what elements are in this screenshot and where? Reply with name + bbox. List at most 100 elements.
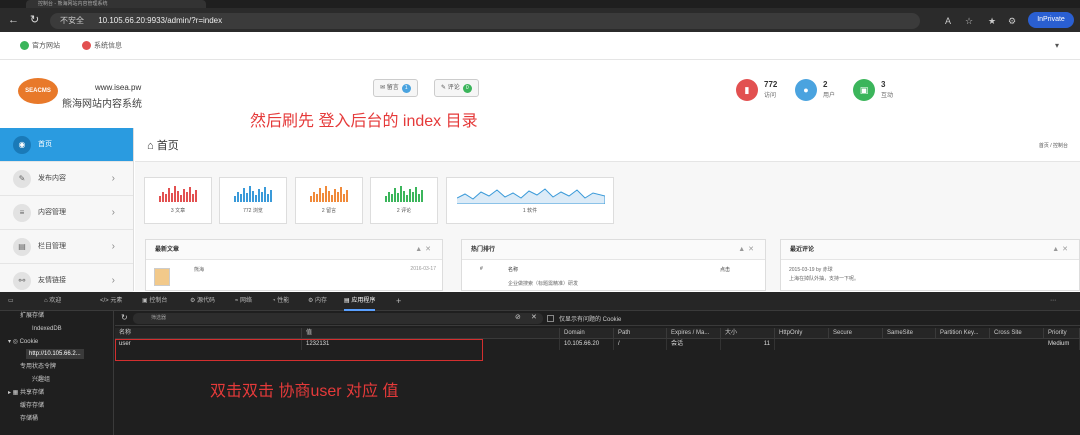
article-date: 2016-03-17 (410, 266, 436, 272)
tree-indexeddb[interactable]: IndexedDB (32, 324, 62, 334)
spark-bar (415, 187, 417, 202)
favorite-icon[interactable]: ☆ (965, 16, 973, 26)
comment-button[interactable]: ✎ 评论 0 (434, 79, 479, 97)
cell-size[interactable]: 11 (721, 339, 775, 350)
col-path[interactable]: Path (614, 328, 667, 339)
col-value[interactable]: 值 (302, 328, 560, 339)
mini-card-messages[interactable]: 2 留言 (295, 177, 363, 224)
spark-bar (183, 189, 185, 202)
back-icon[interactable]: ← (8, 13, 19, 27)
tab-network[interactable]: ≈ 网络 (235, 292, 252, 311)
col-secure[interactable]: Secure (829, 328, 883, 339)
tree-cookie-origin[interactable]: http://10.105.66.2... (26, 349, 84, 359)
tree-interest-groups[interactable]: 兴趣组 (32, 375, 50, 385)
clear-filter-icon[interactable]: ⊘ (515, 313, 521, 321)
col-cross-site[interactable]: Cross Site (990, 328, 1044, 339)
tab-sources[interactable]: ⚙ 源代码 (190, 292, 215, 311)
favorites-icon[interactable]: ★ (988, 16, 996, 26)
spark-bar (328, 191, 330, 202)
add-tab-icon[interactable]: + (396, 292, 401, 311)
breadcrumb: 首页 / 控制台 (1038, 143, 1068, 149)
delete-icon[interactable]: ✕ (531, 313, 537, 321)
official-site-link[interactable]: 官方网站 (20, 41, 60, 51)
comment-meta: 2015-03-19 by 赤球 (789, 267, 833, 273)
comment-icon: ✎ (441, 85, 448, 91)
sidebar-item-home[interactable]: ◉ 首页 (0, 128, 133, 162)
tree-storage-buckets[interactable]: 存储桶 (20, 414, 38, 424)
spark-bar (237, 192, 239, 202)
not-secure-label: 不安全 (60, 16, 84, 25)
cell-path[interactable]: / (614, 339, 667, 350)
envelope-icon: ✉ (380, 85, 387, 91)
columns-icon: ▤ (13, 238, 31, 256)
tab-console[interactable]: ▣ 控制台 (142, 292, 167, 311)
sidebar-item-columns[interactable]: ▤ 栏目管理 › (0, 230, 133, 264)
col-httponly[interactable]: HttpOnly (775, 328, 829, 339)
spark-bar (346, 190, 348, 202)
home-icon: ⌂ (147, 140, 157, 152)
spark-bar (186, 192, 188, 202)
user-menu-icon[interactable]: ▾ (1055, 41, 1059, 51)
tab-memory[interactable]: ⚙ 内存 (308, 292, 327, 311)
reload-icon[interactable]: ↻ (30, 13, 39, 27)
tab-welcome[interactable]: ⌂ 欢迎 (44, 292, 61, 311)
col-domain[interactable]: Domain (560, 328, 614, 339)
tree-private-state-tokens[interactable]: 专用状态令牌 (20, 362, 56, 372)
page-title: ⌂ 首页 (147, 140, 179, 152)
tab-performance[interactable]: ◔ 性能 (272, 292, 289, 311)
tab-elements[interactable]: </> 元素 (100, 292, 122, 311)
read-aloud-icon[interactable]: A (945, 16, 951, 26)
sparkline-software (457, 188, 605, 204)
col-size[interactable]: 大小 (721, 328, 775, 339)
only-issues-checkbox[interactable] (547, 315, 554, 322)
system-info-link[interactable]: 系统信息 (82, 41, 122, 51)
cell-expires[interactable]: 会话 (667, 339, 721, 350)
refresh-icon[interactable]: ↻ (121, 313, 128, 322)
mini-card-comments[interactable]: 2 评论 (370, 177, 438, 224)
browser-tab[interactable]: 控制台 - 熊海网站内容管理系统 (26, 0, 206, 8)
spark-bar (394, 188, 396, 202)
col-priority[interactable]: Priority (1044, 328, 1080, 339)
more-options-icon[interactable]: ⋯ (1050, 292, 1056, 311)
signal-icon: ▮ (736, 79, 758, 101)
spark-bar (252, 191, 254, 202)
tree-extension-storage[interactable]: 扩展存储 (20, 311, 44, 321)
tree-cookie[interactable]: ▾ ◎ Cookie (8, 337, 38, 347)
cell-priority[interactable]: Medium (1044, 339, 1080, 350)
url-text: 10.105.66.20:9933/admin/?r=index (98, 16, 223, 25)
spark-bar (391, 194, 393, 202)
col-expires[interactable]: Expires / Ma... (667, 328, 721, 339)
spark-bar (165, 194, 167, 202)
spark-bar (249, 186, 251, 202)
collapse-close-icons[interactable]: ▲✕ (1052, 240, 1071, 260)
spark-bar (388, 192, 390, 202)
spark-bar (255, 195, 257, 202)
collapse-close-icons[interactable]: ▲✕ (415, 240, 434, 260)
extensions-icon[interactable]: ⚙ (1008, 16, 1016, 26)
mini-card-views[interactable]: 772 浏览 (219, 177, 287, 224)
sidebar-item-content[interactable]: ≡ 内容管理 › (0, 196, 133, 230)
url-input[interactable]: 不安全 10.105.66.20:9933/admin/?r=index (50, 13, 920, 29)
col-name[interactable]: 名称 (115, 328, 302, 339)
filter-input[interactable]: 筛选器 (133, 313, 543, 324)
sidebar-item-publish[interactable]: ✎ 发布内容 › (0, 162, 133, 196)
tree-cache-storage[interactable]: 缓存存储 (20, 401, 44, 411)
mini-card-articles[interactable]: 3 文章 (144, 177, 212, 224)
col-partition-key[interactable]: Partition Key... (936, 328, 990, 339)
mini-card-software[interactable]: 1 软件 (446, 177, 614, 224)
site-logo: SEACMS (18, 78, 58, 104)
device-toolbar-icon[interactable]: ▭ (8, 292, 14, 311)
cell-domain[interactable]: 10.105.66.20 (560, 339, 614, 350)
tree-shared-storage[interactable]: ▸ ▦ 共享存储 (8, 388, 44, 398)
col-samesite[interactable]: SameSite (883, 328, 936, 339)
spark-bar (159, 196, 161, 202)
tab-application[interactable]: ▤ 应用程序 (344, 292, 376, 311)
collapse-close-icons[interactable]: ▲✕ (738, 240, 757, 260)
dashboard-icon: ◉ (13, 136, 31, 154)
message-button[interactable]: ✉ 留言 1 (373, 79, 418, 97)
rank-row-name: 企业做搜索（标题需精准）研发 (508, 281, 579, 287)
inprivate-badge[interactable]: InPrivate (1028, 12, 1074, 28)
spark-bar (192, 194, 194, 202)
spark-bar (418, 194, 420, 202)
browser-tab-strip: 控制台 - 熊海网站内容管理系统 (0, 0, 1080, 8)
